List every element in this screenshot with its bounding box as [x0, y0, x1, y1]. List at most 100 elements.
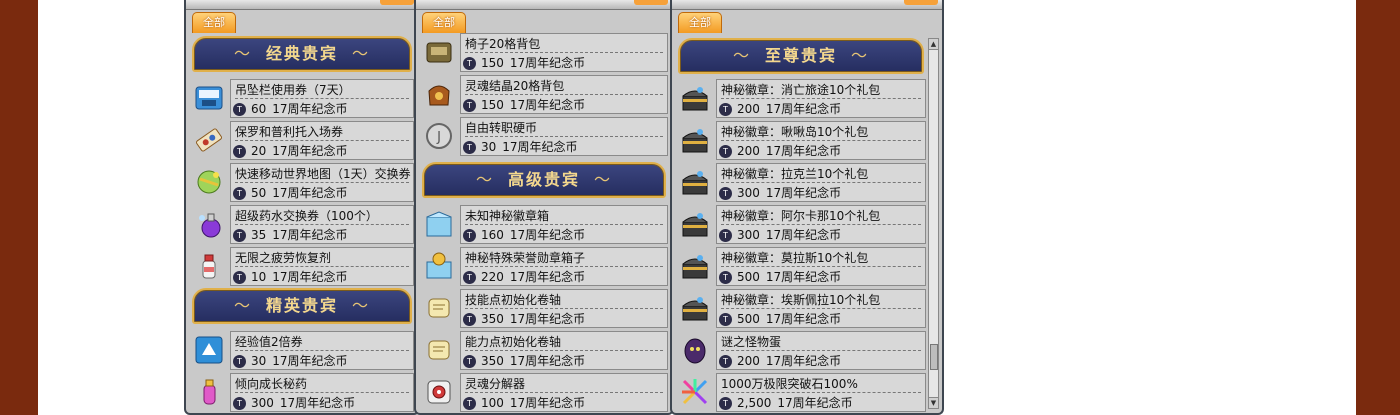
item-name: 超级药水交换券（100个）	[235, 209, 378, 223]
swirl-right-icon: 〜	[594, 170, 613, 189]
tab-all[interactable]: 全部	[422, 12, 466, 33]
job-coin-icon: J	[422, 119, 456, 153]
item-info: 灵魂分解器 T 100 17周年纪念币	[460, 373, 668, 412]
svg-text:J: J	[436, 130, 441, 145]
item-price: 30	[251, 354, 267, 368]
list-item[interactable]: 保罗和普利托入场券 T 20 17周年纪念币	[190, 120, 414, 160]
item-name: 快速移动世界地图（1天）交换券	[235, 167, 411, 181]
soul-bag-icon	[422, 77, 456, 111]
price-row: T 500 17周年纪念币	[719, 310, 841, 327]
item-name: 神秘特殊荣誉勋章箱子	[465, 251, 586, 265]
price-row: T 300 17周年纪念币	[719, 226, 841, 243]
list-item[interactable]: 1000万极限突破石100% T 2,500 17周年纪念币	[676, 372, 926, 412]
item-name: 保罗和普利托入场券	[235, 125, 344, 139]
item-price: 100	[481, 396, 504, 410]
scroll-down-icon[interactable]: ▼	[929, 397, 938, 408]
currency-label: 17周年纪念币	[509, 312, 586, 326]
elixir-icon	[192, 375, 226, 409]
item-price: 200	[737, 144, 760, 158]
price-row: T 60 17周年纪念币	[233, 100, 348, 117]
list-item[interactable]: 经验值2倍券 T 30 17周年纪念币	[190, 330, 414, 370]
currency-label: 17周年纪念币	[777, 396, 853, 410]
item-name: 能力点初始化卷轴	[465, 335, 562, 349]
coin-icon: T	[463, 229, 476, 242]
list-item[interactable]: J 自由转职硬币 T 30 17周年纪念币	[420, 116, 668, 156]
list-item[interactable]: 神秘徽章：消亡旅途10个礼包 T 200 17周年纪念币	[676, 78, 926, 118]
item-price: 150	[481, 56, 504, 70]
price-row: T 50 17周年纪念币	[233, 184, 348, 201]
currency-label: 17周年纪念币	[272, 144, 348, 158]
item-price: 300	[737, 186, 760, 200]
item-info: 无限之疲劳恢复剂 T 10 17周年纪念币	[230, 247, 414, 286]
list-item[interactable]: 未知神秘徽章箱 T 160 17周年纪念币	[420, 204, 668, 244]
price-row: T 30 17周年纪念币	[463, 138, 578, 155]
list-item[interactable]: 神秘徽章：啾啾岛10个礼包 T 200 17周年纪念币	[676, 120, 926, 160]
section-title: 至尊贵宾	[764, 46, 837, 65]
scroll-icon	[422, 291, 456, 325]
list-item[interactable]: 椅子20格背包 T 150 17周年纪念币	[420, 32, 668, 72]
emblem-box-icon	[422, 207, 456, 241]
item-price: 300	[737, 228, 760, 242]
tab-all[interactable]: 全部	[678, 12, 722, 33]
chest-icon	[678, 207, 712, 241]
list-item[interactable]: 神秘特殊荣誉勋章箱子 T 220 17周年纪念币	[420, 246, 668, 286]
item-price: 60	[251, 102, 267, 116]
currency-label: 17周年纪念币	[272, 270, 348, 284]
item-name: 神秘徽章：莫拉斯10个礼包	[721, 251, 869, 265]
bottle-icon	[192, 249, 226, 283]
list-item[interactable]: 吊坠栏使用券（7天） T 60 17周年纪念币	[190, 78, 414, 118]
item-name: 无限之疲劳恢复剂	[235, 251, 332, 265]
item-info: 谜之怪物蛋 T 200 17周年纪念币	[716, 331, 926, 370]
list-item[interactable]: 神秘徽章：埃斯佩拉10个礼包 T 500 17周年纪念币	[676, 288, 926, 328]
item-price: 20	[251, 144, 267, 158]
shop-panel-2: 全部 椅子20格背包 T 150 17周年纪念币 灵魂结晶20格背包 T 150 17周年纪念…	[414, 0, 674, 415]
tab-all[interactable]: 全部	[192, 12, 236, 33]
item-name: 1000万极限突破石100%	[721, 377, 858, 391]
item-name: 技能点初始化卷轴	[465, 293, 562, 307]
currency-label: 17周年纪念币	[509, 396, 586, 410]
coin-icon: T	[719, 145, 732, 158]
coin-icon: T	[463, 355, 476, 368]
item-info: 1000万极限突破石100% T 2,500 17周年纪念币	[716, 373, 926, 412]
ticket-icon	[192, 123, 226, 157]
price-row: T 200 17周年纪念币	[719, 142, 841, 159]
scrollbar[interactable]: ▲ ▼	[928, 38, 939, 409]
list-item[interactable]: 谜之怪物蛋 T 200 17周年纪念币	[676, 330, 926, 370]
item-price: 160	[481, 228, 504, 242]
list-item[interactable]: 神秘徽章：阿尔卡那10个礼包 T 300 17周年纪念币	[676, 204, 926, 244]
list-item[interactable]: 神秘徽章：拉克兰10个礼包 T 300 17周年纪念币	[676, 162, 926, 202]
scroll-up-icon[interactable]: ▲	[929, 39, 938, 50]
coin-icon: T	[233, 145, 246, 158]
list-item[interactable]: 快速移动世界地图（1天）交换券 T 50 17周年纪念币	[190, 162, 414, 202]
item-info: 神秘徽章：啾啾岛10个礼包 T 200 17周年纪念币	[716, 121, 926, 160]
item-price: 50	[251, 186, 267, 200]
item-name: 神秘徽章：阿尔卡那10个礼包	[721, 209, 881, 223]
list-item[interactable]: 无限之疲劳恢复剂 T 10 17周年纪念币	[190, 246, 414, 286]
price-row: T 300 17周年纪念币	[719, 184, 841, 201]
item-info: 倾向成长秘药 T 300 17周年纪念币	[230, 373, 414, 412]
scroll-thumb[interactable]	[930, 344, 938, 370]
coin-icon: T	[719, 103, 732, 116]
list-item[interactable]: 灵魂分解器 T 100 17周年纪念币	[420, 372, 668, 412]
currency-label: 17周年纪念币	[272, 186, 348, 200]
coin-icon: T	[463, 99, 476, 112]
coin-icon: T	[463, 141, 476, 154]
list-item[interactable]: 神秘徽章：莫拉斯10个礼包 T 500 17周年纪念币	[676, 246, 926, 286]
list-item[interactable]: 倾向成长秘药 T 300 17周年纪念币	[190, 372, 414, 412]
item-price: 200	[737, 354, 760, 368]
currency-label: 17周年纪念币	[272, 354, 348, 368]
medal-box-icon	[422, 249, 456, 283]
chest-icon	[678, 249, 712, 283]
list-item[interactable]: 灵魂结晶20格背包 T 150 17周年纪念币	[420, 74, 668, 114]
list-item[interactable]: 能力点初始化卷轴 T 350 17周年纪念币	[420, 330, 668, 370]
price-row: T 100 17周年纪念币	[463, 394, 585, 411]
item-name: 神秘徽章：啾啾岛10个礼包	[721, 125, 869, 139]
list-item[interactable]: 超级药水交换券（100个） T 35 17周年纪念币	[190, 204, 414, 244]
chair-bag-icon	[422, 35, 456, 69]
item-info: 神秘徽章：莫拉斯10个礼包 T 500 17周年纪念币	[716, 247, 926, 286]
item-info: 技能点初始化卷轴 T 350 17周年纪念币	[460, 289, 668, 328]
price-row: T 220 17周年纪念币	[463, 268, 585, 285]
currency-label: 17周年纪念币	[765, 186, 842, 200]
item-info: 神秘特殊荣誉勋章箱子 T 220 17周年纪念币	[460, 247, 668, 286]
list-item[interactable]: 技能点初始化卷轴 T 350 17周年纪念币	[420, 288, 668, 328]
